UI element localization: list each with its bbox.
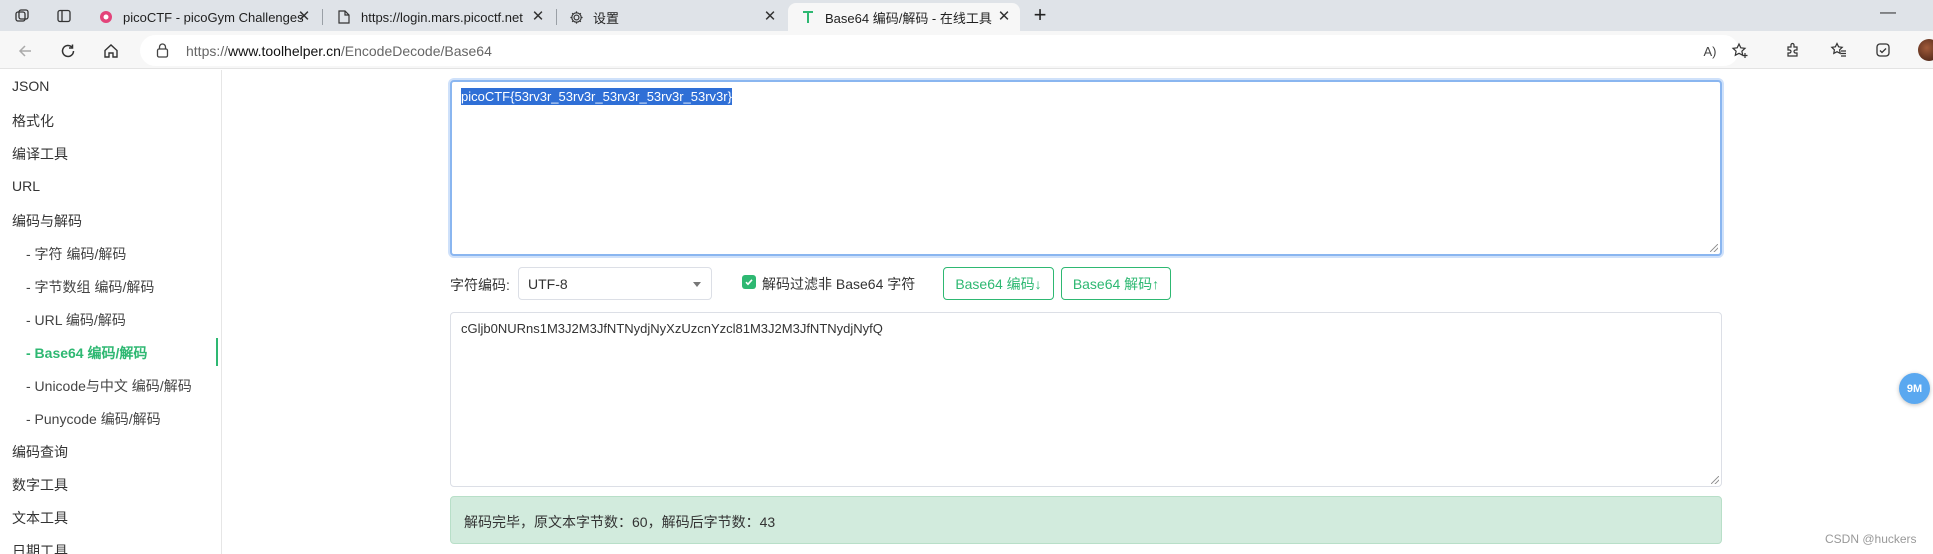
charset-value: UTF-8 (528, 276, 568, 292)
charset-label: 字符编码: (450, 277, 510, 293)
sidebar-item-json[interactable]: JSON (12, 78, 49, 94)
add-favorite-icon[interactable] (1730, 42, 1750, 60)
gear-icon (568, 9, 584, 25)
base64-encode-button[interactable]: Base64 编码↓ (943, 267, 1054, 300)
active-indicator (216, 338, 218, 366)
close-icon[interactable]: ✕ (762, 9, 778, 25)
home-button[interactable] (98, 38, 124, 64)
sidebar-subitem-bytes[interactable]: - 字节数组 编码/解码 (26, 277, 154, 297)
sidebar-item-date-tools[interactable]: 日期工具 (12, 541, 68, 554)
sidebar-item-number-tools[interactable]: 数字工具 (12, 475, 68, 495)
tab-label: Base64 编码/解码 - 在线工具 (825, 10, 992, 26)
url-text[interactable]: https://www.toolhelper.cn/EncodeDecode/B… (186, 43, 492, 59)
tab-login[interactable]: https://login.mars.picoctf.net ✕ (324, 3, 554, 31)
tab-label: 设置 (593, 10, 620, 26)
selected-input-text[interactable]: picoCTF{53rv3r_53rv3r_53rv3r_53rv3r_53rv… (461, 88, 732, 105)
chevron-down-icon (693, 282, 701, 287)
sidebar-item-compile[interactable]: 编译工具 (12, 144, 68, 164)
address-bar[interactable]: https://www.toolhelper.cn/EncodeDecode/B… (140, 35, 1748, 66)
tab-base64[interactable]: Base64 编码/解码 - 在线工具 ✕ (788, 3, 1020, 31)
floating-badge[interactable]: 9M (1899, 373, 1930, 404)
tab-settings[interactable]: 设置 ✕ (556, 3, 786, 31)
sidebar-item-url[interactable]: URL (12, 178, 40, 194)
filter-checkbox[interactable] (742, 275, 756, 289)
close-icon[interactable]: ✕ (530, 9, 546, 25)
avatar[interactable] (1918, 39, 1933, 61)
favorites-icon[interactable] (1828, 39, 1850, 61)
sidebar-item-text-tools[interactable]: 文本工具 (12, 508, 68, 528)
base64-output[interactable]: cGljb0NURns1M3J2M3JfNTNydjNyXzUzcnYzcl81… (450, 312, 1722, 487)
new-tab-button[interactable]: + (1029, 4, 1051, 27)
toolhelper-favicon (800, 9, 816, 25)
tab-label: picoCTF - picoGym Challenges (123, 9, 304, 25)
sidebar-subitem-punycode[interactable]: - Punycode 编码/解码 (26, 409, 161, 429)
base64-decode-button[interactable]: Base64 解码↑ (1061, 267, 1171, 300)
workspaces-icon[interactable] (10, 4, 34, 28)
read-aloud-icon[interactable]: A) (1700, 42, 1720, 60)
minimize-button[interactable]: — (1880, 4, 1896, 22)
sidebar-item-encoding-lookup[interactable]: 编码查询 (12, 442, 68, 462)
sidebar-subitem-char[interactable]: - 字符 编码/解码 (26, 244, 126, 264)
resize-handle[interactable] (1710, 244, 1718, 252)
lock-icon[interactable] (156, 43, 169, 63)
browser-toolbar: https://www.toolhelper.cn/EncodeDecode/B… (0, 31, 1933, 69)
controls-row: 字符编码: UTF-8 解码过滤非 Base64 字符 Base64 编码↓ B… (450, 267, 1722, 301)
sidebar-subitem-base64[interactable]: - Base64 编码/解码 (26, 343, 147, 363)
sidebar-item-encode-decode[interactable]: 编码与解码 (12, 211, 82, 231)
status-text: 解码完毕，原文本字节数：60，解码后字节数：43 (464, 514, 776, 530)
sidebar-subitem-unicode[interactable]: - Unicode与中文 编码/解码 (26, 376, 192, 396)
refresh-button[interactable] (55, 38, 81, 64)
charset-select[interactable]: UTF-8 (518, 267, 712, 300)
output-text[interactable]: cGljb0NURns1M3J2M3JfNTNydjNyXzUzcnYzcl81… (461, 321, 883, 336)
plaintext-input[interactable]: picoCTF{53rv3r_53rv3r_53rv3r_53rv3r_53rv… (450, 80, 1722, 256)
close-icon[interactable]: ✕ (996, 9, 1012, 25)
back-button[interactable] (12, 38, 38, 64)
tab-label: https://login.mars.picoctf.net (361, 9, 523, 25)
tab-divider (322, 9, 323, 25)
status-message: 解码完毕，原文本字节数：60，解码后字节数：43 (450, 496, 1722, 544)
sidebar-subitem-url[interactable]: - URL 编码/解码 (26, 310, 126, 330)
extensions-icon[interactable] (1782, 39, 1804, 61)
page-icon (336, 9, 352, 25)
picoctf-favicon (98, 9, 114, 25)
sidebar: JSON 格式化 编译工具 URL 编码与解码 - 字符 编码/解码 - 字节数… (0, 70, 222, 554)
close-icon[interactable]: ✕ (296, 9, 312, 25)
filter-checkbox-label[interactable]: 解码过滤非 Base64 字符 (762, 274, 915, 294)
tab-strip: picoCTF - picoGym Challenges ✕ https://l… (0, 0, 1933, 31)
tab-actions-icon[interactable] (52, 4, 76, 28)
resize-handle[interactable] (1711, 476, 1719, 484)
sidebar-item-format[interactable]: 格式化 (12, 111, 54, 131)
watermark: CSDN @huckers (1825, 532, 1917, 546)
tab-picoctf[interactable]: picoCTF - picoGym Challenges ✕ (86, 3, 320, 31)
collections-icon[interactable] (1872, 39, 1894, 61)
